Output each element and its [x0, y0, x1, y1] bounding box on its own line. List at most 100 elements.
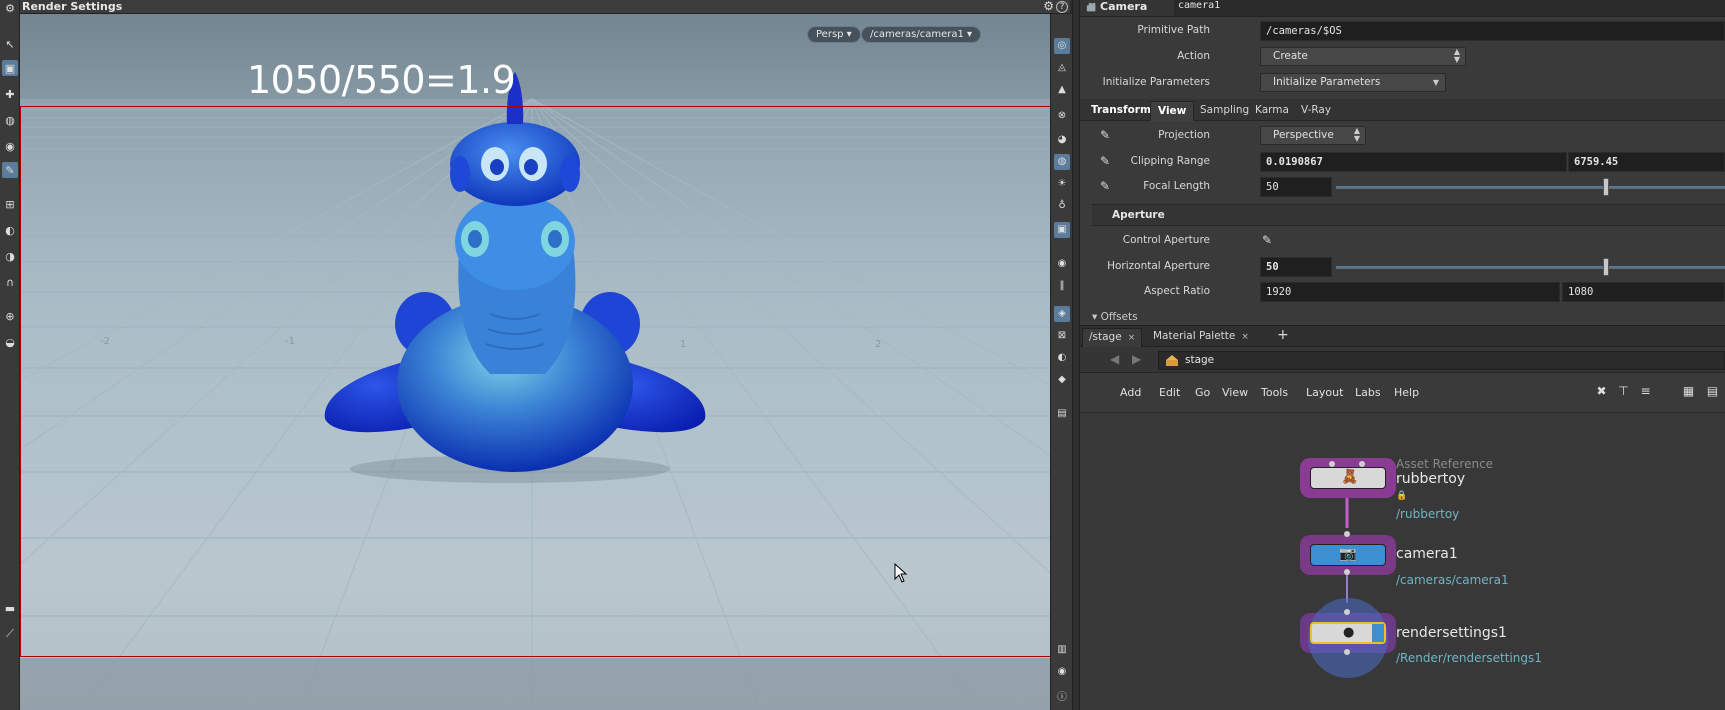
rubbertoy-node[interactable]: 🧸	[1310, 467, 1386, 489]
scale-tool-icon[interactable]: ◉	[2, 138, 18, 154]
background-icon[interactable]: ◆	[1054, 372, 1070, 388]
rendersettings1-node-name[interactable]: rendersettings1	[1396, 625, 1507, 641]
aspect-w-field[interactable]: 1920	[1260, 282, 1560, 302]
camera1-node-path[interactable]: /cameras/camera1	[1396, 573, 1509, 587]
pencil-icon[interactable]: ✎	[1100, 128, 1116, 144]
grid-icon[interactable]: ▦	[1681, 384, 1696, 399]
menu-edit[interactable]: Edit	[1159, 386, 1180, 399]
visibility-icon[interactable]: ◎	[1054, 38, 1070, 54]
paint-tool-icon[interactable]: ◑	[2, 248, 18, 264]
scene-viewport[interactable]: -2 -1 1 2 1050/550=1.9 🔒 Persp ▾ /camera…	[20, 14, 1070, 710]
menu-view[interactable]: View	[1222, 386, 1248, 399]
init-params-menu[interactable]: Initialize Parameters ▼	[1260, 73, 1446, 92]
camera1-node-name[interactable]: camera1	[1396, 546, 1458, 562]
info-icon[interactable]: ⓘ	[1054, 690, 1070, 706]
bulb-icon[interactable]: ☀	[1054, 176, 1070, 192]
close-icon[interactable]: ×	[1128, 333, 1136, 343]
clipping-near-field[interactable]: 0.0190867	[1260, 152, 1567, 172]
shading-icon[interactable]: ◕	[1054, 132, 1070, 148]
list-icon[interactable]: ≡	[1638, 384, 1653, 399]
pane-splitter[interactable]	[1072, 0, 1080, 710]
pause-icon[interactable]: ‖	[1054, 278, 1070, 294]
drop-tool-icon[interactable]: ◒	[2, 334, 18, 350]
layer-tool-icon[interactable]: ▬	[2, 600, 18, 616]
arrow-select-icon[interactable]: ↖	[2, 36, 18, 52]
camera1-node[interactable]: 📷	[1310, 544, 1386, 566]
action-menu[interactable]: Create ▲ ▼	[1260, 47, 1466, 66]
input-connector[interactable]	[1344, 531, 1350, 537]
focal-length-field[interactable]: 50	[1260, 177, 1332, 197]
help-icon[interactable]: ?	[1056, 1, 1068, 13]
select-tool-icon[interactable]: ⚙	[2, 0, 18, 16]
close-view-icon[interactable]: ⊗	[1054, 108, 1070, 124]
eye-icon[interactable]: ◉	[1054, 256, 1070, 272]
persp-menu-button[interactable]: Persp ▾	[807, 26, 861, 43]
aperture-section[interactable]: Aperture	[1092, 204, 1725, 226]
lock-view-icon[interactable]: ▲	[1054, 82, 1070, 98]
snap-tool-icon[interactable]: ⊕	[2, 308, 18, 324]
wrench-icon[interactable]: ✖	[1594, 384, 1609, 399]
tab-stage[interactable]: /stage ×	[1082, 328, 1143, 347]
input-connector[interactable]	[1359, 461, 1365, 467]
trash-icon[interactable]: ▥	[1054, 642, 1070, 658]
h-aperture-slider[interactable]	[1336, 266, 1725, 269]
handle-tool-icon[interactable]: ✎	[2, 162, 18, 178]
pencil-icon[interactable]: ✎	[1100, 154, 1116, 170]
guide-icon[interactable]: ⊠	[1054, 328, 1070, 344]
pencil-icon[interactable]: ✎	[1100, 179, 1116, 195]
primitive-path-field[interactable]: /cameras/$OS	[1260, 21, 1725, 41]
display-options-icon[interactable]: ◈	[1054, 306, 1070, 322]
camera-menu-button[interactable]: /cameras/camera1 ▾	[861, 26, 982, 43]
lock-tool-icon[interactable]: ▣	[2, 60, 18, 76]
focal-length-slider[interactable]	[1336, 186, 1725, 189]
tab-material-palette[interactable]: Material Palette ×	[1147, 328, 1255, 347]
input-connector[interactable]	[1344, 609, 1350, 615]
offsets-section[interactable]: ▾ Offsets	[1092, 311, 1138, 323]
magnet-tool-icon[interactable]: ∩	[2, 274, 18, 290]
gear-icon[interactable]: ⚙	[1043, 0, 1054, 13]
aspect-h-field[interactable]: 1080	[1562, 282, 1725, 302]
tab-transform[interactable]: Transform	[1084, 101, 1158, 121]
rendersettings1-node-path[interactable]: /Render/rendersettings1	[1396, 651, 1542, 665]
pose-tool-icon[interactable]: ◐	[2, 222, 18, 238]
node-name-field[interactable]	[1174, 0, 1725, 16]
rotate-tool-icon[interactable]: ◍	[2, 112, 18, 128]
close-icon[interactable]: ×	[1241, 332, 1249, 342]
back-arrow-icon[interactable]: ◀	[1110, 352, 1119, 366]
menu-add[interactable]: Add	[1120, 386, 1141, 399]
output-connector[interactable]	[1344, 569, 1350, 575]
tab-sampling[interactable]: Sampling	[1193, 101, 1256, 121]
menu-layout[interactable]: Layout	[1306, 386, 1343, 399]
output-connector[interactable]	[1344, 649, 1350, 655]
move-tool-icon[interactable]: ✚	[2, 86, 18, 102]
menu-help[interactable]: Help	[1394, 386, 1419, 399]
tree-icon[interactable]: ⊤	[1616, 384, 1631, 399]
menu-tools[interactable]: Tools	[1261, 386, 1288, 399]
network-path-field[interactable]: stage	[1158, 351, 1725, 370]
render-region-icon[interactable]: ▤	[1054, 406, 1070, 422]
rendersettings1-node[interactable]: ●	[1310, 622, 1386, 644]
brush-tool-icon[interactable]: ⟋	[2, 626, 18, 642]
pencil-icon[interactable]: ✎	[1262, 233, 1278, 249]
h-aperture-field[interactable]: 50	[1260, 257, 1332, 277]
node-name-value[interactable]: camera1	[1178, 0, 1220, 11]
headlight-icon[interactable]: ♁	[1054, 198, 1070, 214]
rubbertoy-node-path[interactable]: /rubbertoy	[1396, 507, 1459, 521]
camera-view-icon[interactable]: ▣	[1054, 222, 1070, 238]
h-aperture-slider-handle[interactable]	[1603, 258, 1609, 276]
focal-length-slider-handle[interactable]	[1603, 178, 1609, 196]
lighting-icon[interactable]: ◍	[1054, 154, 1070, 170]
transform-tool-icon[interactable]: ⊞	[2, 196, 18, 212]
display-flag[interactable]	[1372, 624, 1384, 642]
clipping-far-field[interactable]: 6759.45	[1568, 152, 1725, 172]
light-icon[interactable]: ◬	[1054, 60, 1070, 76]
snapshot-icon[interactable]: ◐	[1054, 350, 1070, 366]
tab-karma[interactable]: Karma	[1248, 101, 1296, 121]
menu-labs[interactable]: Labs	[1355, 386, 1381, 399]
tab-vray[interactable]: V-Ray	[1294, 101, 1338, 121]
menu-go[interactable]: Go	[1195, 386, 1210, 399]
network-canvas[interactable]: 🧸 Asset Reference rubbertoy 🔒 /rubbertoy…	[1080, 413, 1725, 710]
tab-view[interactable]: View	[1150, 101, 1195, 121]
view-eye-icon[interactable]: ◉	[1054, 664, 1070, 680]
projection-menu[interactable]: Perspective ▲ ▼	[1260, 126, 1366, 145]
